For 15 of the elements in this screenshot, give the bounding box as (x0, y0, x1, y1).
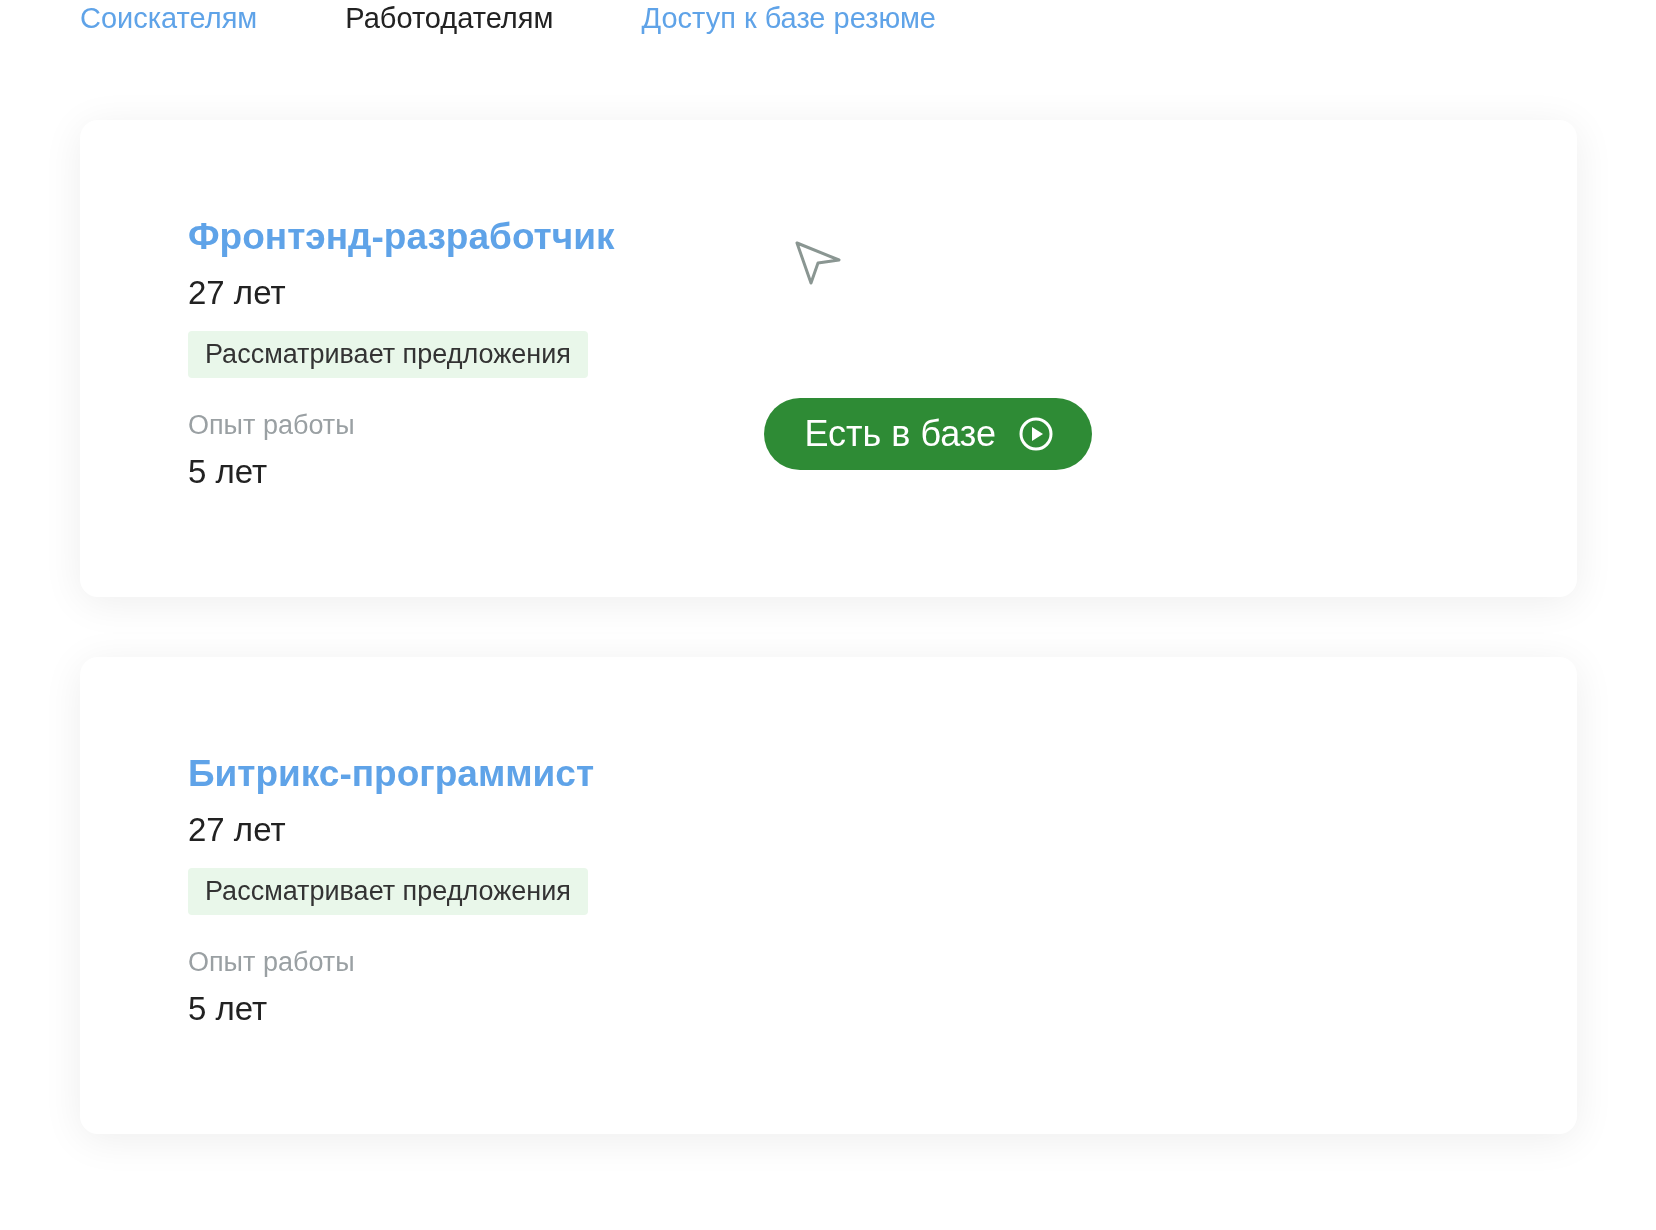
status-badge: Рассматривает предложения (188, 868, 588, 915)
age-text: 27 лет (188, 273, 286, 313)
experience-value: 5 лет (188, 989, 268, 1029)
nav-link[interactable]: Работодателям (345, 0, 554, 36)
nav-link[interactable]: Доступ к базе резюме (641, 0, 936, 36)
experience-value: 5 лет (188, 452, 268, 492)
in-database-button[interactable]: Есть в базе (764, 398, 1092, 470)
job-title[interactable]: Фронтэнд-разработчик (188, 215, 615, 259)
experience-label: Опыт работы (188, 946, 355, 979)
status-badge: Рассматривает предложения (188, 331, 588, 378)
age-text: 27 лет (188, 810, 286, 850)
play-icon (1017, 416, 1054, 452)
nav-link[interactable]: Соискателям (80, 0, 258, 36)
job-title[interactable]: Битрикс-программист (188, 752, 595, 796)
experience-label: Опыт работы (188, 409, 355, 442)
